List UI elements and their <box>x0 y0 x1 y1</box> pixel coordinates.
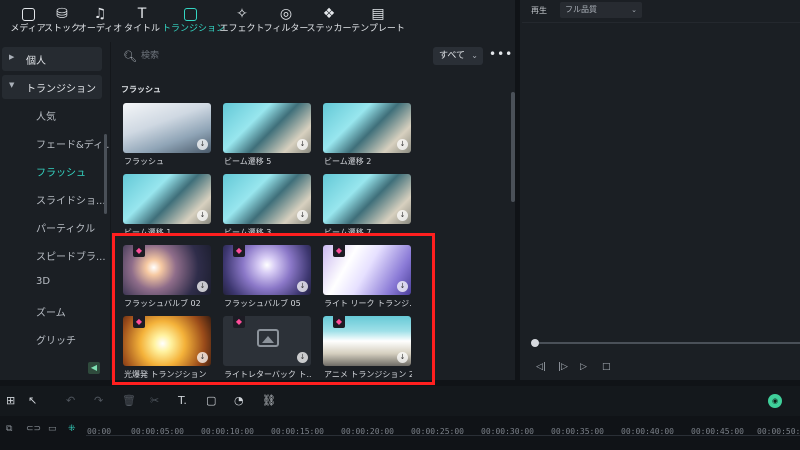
play-icon[interactable]: ▷ <box>580 362 587 372</box>
timeline-ruler: ⧉ ⊂⊃ ▭ ⁜ 00:00 00:00:05:00 00:00:10:00 0… <box>0 416 800 450</box>
chevron-down-icon: ▼ <box>9 81 15 89</box>
sidebar-group-personal[interactable]: ▶ 個人 <box>2 47 102 71</box>
timeline-toolbar: ⊞ ↖ ↶ ↷ 🗑︎ ✂ T. ▢ ◔ ⛓ ◉ <box>0 386 800 416</box>
sidebar-item-fade[interactable]: フェード&ディ... <box>36 136 113 151</box>
download-icon[interactable]: ↓ <box>297 210 308 221</box>
playback-progress-bar[interactable] <box>534 342 800 344</box>
download-icon[interactable]: ↓ <box>297 139 308 150</box>
snap-icon[interactable]: ⁜ <box>68 424 76 434</box>
step-forward-icon[interactable]: |▷ <box>558 362 568 372</box>
track-layers-icon[interactable]: ▭ <box>48 424 57 434</box>
link-icon[interactable]: ⛓ <box>262 394 276 407</box>
sticker-icon: ❖ <box>322 6 336 22</box>
step-back-icon[interactable]: ◁| <box>536 362 546 372</box>
speed-icon[interactable]: ◔ <box>234 394 244 407</box>
section-title: フラッシュ <box>121 85 161 94</box>
media-toolbar: メディア ⛁ ストック ♫ オーディオ T タイトル トランジション ✧ エフェ… <box>0 0 515 42</box>
tick-label: 00:00:45:00 <box>691 427 744 436</box>
premium-gem-icon: ◆ <box>233 245 245 257</box>
premium-gem-icon: ◆ <box>333 245 345 257</box>
chevron-down-icon: ⌄ <box>471 51 478 60</box>
tick-label: 00:00:40:00 <box>621 427 674 436</box>
cut-icon[interactable]: ✂ <box>150 394 159 407</box>
tick-label: 00:00:35:00 <box>551 427 604 436</box>
transition-thumbnail: ↓ <box>123 103 211 153</box>
premium-gem-icon: ◆ <box>233 316 245 328</box>
text-tool-icon[interactable]: T. <box>178 394 187 407</box>
preview-viewer[interactable] <box>522 22 800 328</box>
playhead-knob[interactable] <box>531 339 539 347</box>
crop-icon[interactable]: ▢ <box>206 394 216 407</box>
transition-card[interactable]: ↓ フラッシュ <box>123 103 211 167</box>
undo-icon[interactable]: ↶ <box>66 394 75 407</box>
transition-icon <box>162 6 218 23</box>
sidebar-scrollbar[interactable] <box>104 134 107 214</box>
transition-thumbnail: ↓ <box>323 103 411 153</box>
sidebar-item-zoom[interactable]: ズーム <box>36 304 66 319</box>
content-scrollbar[interactable] <box>511 92 515 202</box>
collapse-sidebar-button[interactable]: ◀ <box>88 362 100 374</box>
sidebar-item-speedblur[interactable]: スピードブラ... <box>36 248 106 263</box>
transition-card[interactable]: ↓ ビーム遷移 2 <box>323 103 411 167</box>
premium-gem-icon: ◆ <box>133 245 145 257</box>
quality-dropdown[interactable]: フル品質 ⌄ <box>560 2 642 18</box>
delete-icon[interactable]: 🗑︎ <box>122 394 136 407</box>
transition-thumbnail: ↓ <box>123 174 211 224</box>
tick-label: 00:00:30:00 <box>481 427 534 436</box>
transition-thumbnail: ↓ <box>223 103 311 153</box>
tick-label: 00:00:25:00 <box>411 427 464 436</box>
download-icon[interactable]: ↓ <box>397 210 408 221</box>
premium-gem-icon: ◆ <box>333 316 345 328</box>
sidebar-item-popular[interactable]: 人気 <box>36 108 56 123</box>
tick-label: 00:00:50:0 <box>757 427 800 436</box>
download-icon[interactable]: ↓ <box>397 139 408 150</box>
template-icon: ▤ <box>371 6 385 22</box>
highlight-box <box>112 233 435 385</box>
transition-card[interactable]: ↓ ビーム遷移 7 <box>323 174 411 238</box>
tick-label: 00:00:10:00 <box>201 427 254 436</box>
track-manage-icon[interactable]: ⧉ <box>6 424 12 434</box>
stop-icon[interactable]: □ <box>602 362 611 372</box>
search-icon: 🔍︎ <box>123 50 137 63</box>
select-tool-icon[interactable]: ↖ <box>28 394 37 407</box>
transition-card[interactable]: ↓ ビーム遷移 1 <box>123 174 211 238</box>
tick-label: 00:00 <box>87 427 112 436</box>
transition-thumbnail: ↓ <box>223 174 311 224</box>
player-panel: 再生 フル品質 ⌄ ◁| |▷ ▷ □ <box>520 0 800 380</box>
transition-card[interactable]: ↓ ビーム遷移 3 <box>223 174 311 238</box>
more-options-button[interactable]: ••• <box>489 47 513 61</box>
tick-label: 00:00:05:00 <box>131 427 184 436</box>
sidebar-item-slideshow[interactable]: スライドショ... <box>36 192 106 207</box>
assistant-avatar[interactable]: ◉ <box>768 394 782 408</box>
tab-transition[interactable]: トランジション <box>162 6 225 40</box>
chevron-right-icon: ▶ <box>9 53 15 61</box>
sidebar-group-transition[interactable]: ▼ トランジション <box>2 75 102 99</box>
layout-grid-icon[interactable]: ⊞ <box>6 394 15 407</box>
redo-icon[interactable]: ↷ <box>94 394 103 407</box>
sidebar-item-particle[interactable]: パーティクル <box>36 220 95 235</box>
premium-gem-icon: ◆ <box>133 316 145 328</box>
filter-dropdown[interactable]: すべて ⌄ <box>433 47 483 65</box>
tick-label: 00:00:20:00 <box>341 427 394 436</box>
tab-template[interactable]: ▤ テンプレート <box>350 6 406 40</box>
tab-sticker[interactable]: ❖ ステッカー <box>301 6 357 40</box>
sidebar-item-3d[interactable]: 3D <box>36 276 50 287</box>
search-input[interactable] <box>141 48 301 64</box>
sidebar-item-flash[interactable]: フラッシュ <box>36 164 86 179</box>
category-sidebar: ▶ 個人 ▼ トランジション 人気 フェード&ディ... フラッシュ スライドシ… <box>0 42 113 380</box>
download-icon[interactable]: ↓ <box>197 139 208 150</box>
download-icon[interactable]: ↓ <box>197 210 208 221</box>
sidebar-item-glitch[interactable]: グリッチ <box>36 332 76 347</box>
link-track-icon[interactable]: ⊂⊃ <box>26 424 41 434</box>
transition-card[interactable]: ↓ ビーム遷移 5 <box>223 103 311 167</box>
chevron-down-icon: ⌄ <box>631 6 637 14</box>
tick-label: 00:00:15:00 <box>271 427 324 436</box>
player-label: 再生 <box>531 6 547 15</box>
transition-thumbnail: ↓ <box>323 174 411 224</box>
